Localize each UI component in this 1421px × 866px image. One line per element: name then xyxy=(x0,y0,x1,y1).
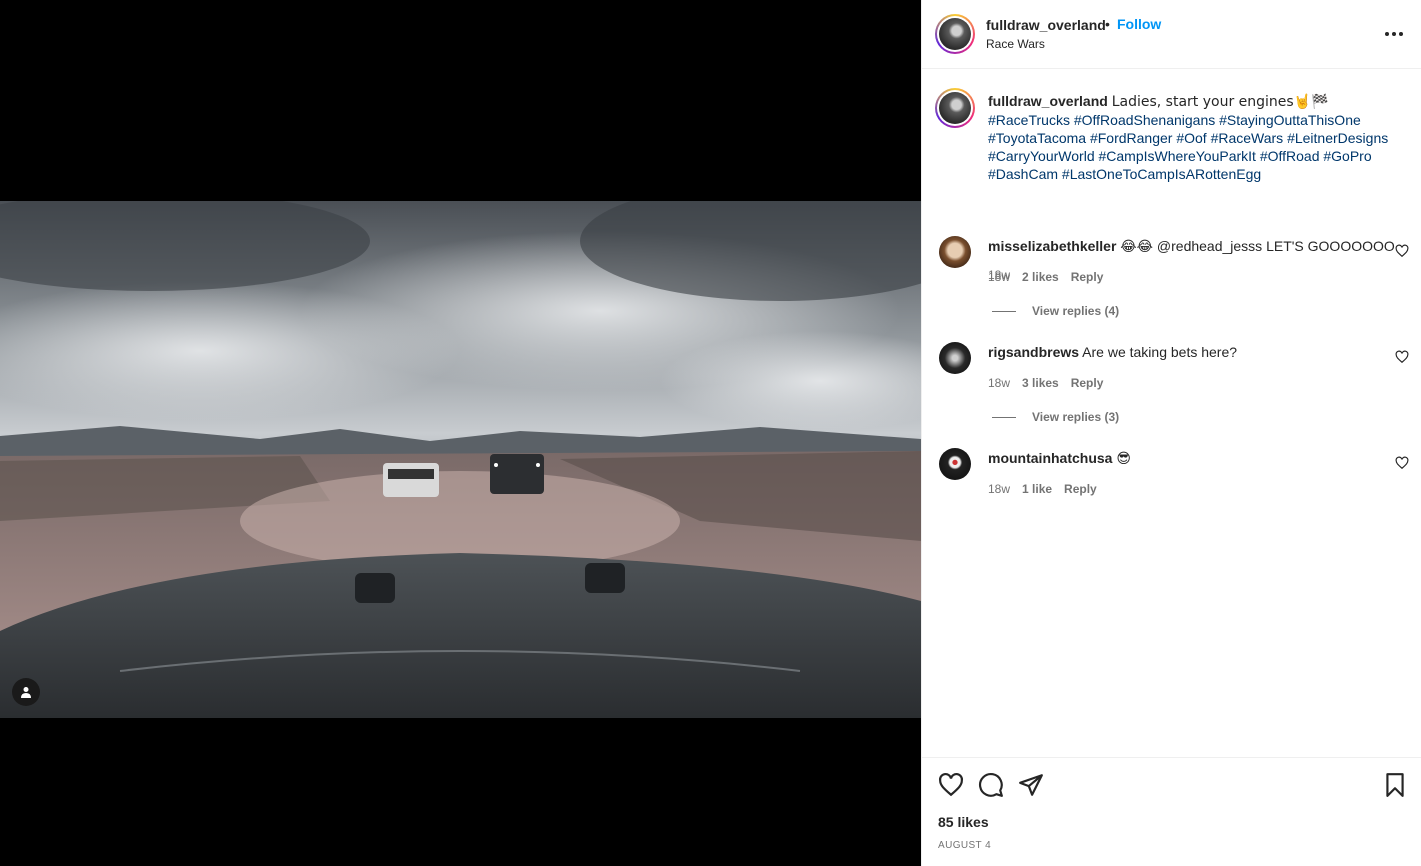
comment-timestamp[interactable]: 18w xyxy=(988,482,1010,496)
media-pane xyxy=(0,0,921,866)
post-header: fulldraw_overland • Follow Race Wars xyxy=(922,0,1421,69)
comment-likes[interactable]: 2 likes xyxy=(1022,270,1059,284)
reply-button[interactable]: Reply xyxy=(1071,376,1104,390)
commenter-avatar[interactable] xyxy=(939,236,971,268)
comment-username[interactable]: misselizabethkeller xyxy=(988,238,1116,254)
comment-timestamp[interactable]: 18w xyxy=(988,376,1010,390)
heart-icon[interactable] xyxy=(938,772,964,798)
replies-divider xyxy=(992,310,1016,312)
follow-button[interactable]: Follow xyxy=(1117,16,1161,32)
more-options-button[interactable] xyxy=(1382,24,1406,44)
comment-like-icon[interactable] xyxy=(1395,244,1409,258)
view-replies-button[interactable]: View replies (3) xyxy=(992,410,1119,424)
comment-meta: 18w 1 like Reply xyxy=(988,482,1097,496)
post-photo[interactable] xyxy=(0,201,921,718)
comment-emoji: 😂😂 xyxy=(1120,239,1154,255)
replies-divider xyxy=(992,416,1016,418)
user-tag-button[interactable] xyxy=(12,678,40,706)
comment-body: @redhead_jesss LET'S GOOOOOOO xyxy=(1156,238,1395,254)
author-username[interactable]: fulldraw_overland xyxy=(986,17,1106,33)
post-actions-footer: 85 likes AUGUST 4 xyxy=(922,757,1421,866)
view-replies-label: View replies (4) xyxy=(1032,304,1120,318)
comment-likes[interactable]: 1 like xyxy=(1022,482,1052,496)
view-replies-button[interactable]: View replies (4) xyxy=(992,304,1119,318)
caption-author-avatar[interactable] xyxy=(935,88,975,128)
author-avatar[interactable] xyxy=(935,14,975,54)
post-side-panel: fulldraw_overland • Follow Race Wars ful… xyxy=(921,0,1421,866)
comment-emoji: 😎 xyxy=(1116,451,1131,467)
comment-username[interactable]: mountainhatchusa xyxy=(988,450,1112,466)
comment-likes[interactable]: 3 likes xyxy=(1022,376,1059,390)
post-date[interactable]: AUGUST 4 xyxy=(938,840,991,851)
comment-meta: 18w 2 likes Reply xyxy=(988,270,1103,284)
view-replies-label: View replies (3) xyxy=(1032,410,1120,424)
separator-dot: • xyxy=(1105,16,1110,32)
comment-body: Are we taking bets here? xyxy=(1082,344,1238,360)
caption-hashtags[interactable]: #RaceTrucks #OffRoadShenanigans #Staying… xyxy=(988,112,1388,182)
user-tag-icon xyxy=(21,687,31,698)
bookmark-icon[interactable] xyxy=(1382,772,1408,798)
caption-body: Ladies, start your engines🤘🏁 xyxy=(1111,94,1329,110)
comment-username[interactable]: rigsandbrews xyxy=(988,344,1079,360)
caption-text: fulldraw_overland Ladies, start your eng… xyxy=(988,92,1398,183)
comment-like-icon[interactable] xyxy=(1395,456,1409,470)
comment-timestamp[interactable]: 18w xyxy=(988,270,1010,284)
commenter-avatar[interactable] xyxy=(939,448,971,480)
post-location[interactable]: Race Wars xyxy=(986,37,1045,51)
caption-username[interactable]: fulldraw_overland xyxy=(988,93,1108,109)
more-icon xyxy=(1385,32,1389,36)
reply-button[interactable]: Reply xyxy=(1064,482,1097,496)
post-viewer: fulldraw_overland • Follow Race Wars ful… xyxy=(0,0,1421,866)
comment-text: misselizabethkeller 😂😂 @redhead_jesss LE… xyxy=(988,238,1395,255)
commenter-avatar[interactable] xyxy=(939,342,971,374)
comment-like-icon[interactable] xyxy=(1395,350,1409,364)
comment-meta: 18w 3 likes Reply xyxy=(988,376,1103,390)
share-icon[interactable] xyxy=(1018,772,1044,798)
comment-icon[interactable] xyxy=(978,772,1004,798)
reply-button[interactable]: Reply xyxy=(1071,270,1104,284)
comment-text: rigsandbrews Are we taking bets here? xyxy=(988,344,1237,360)
post-likes-count[interactable]: 85 likes xyxy=(938,814,989,830)
comment-text: mountainhatchusa 😎 xyxy=(988,450,1131,467)
